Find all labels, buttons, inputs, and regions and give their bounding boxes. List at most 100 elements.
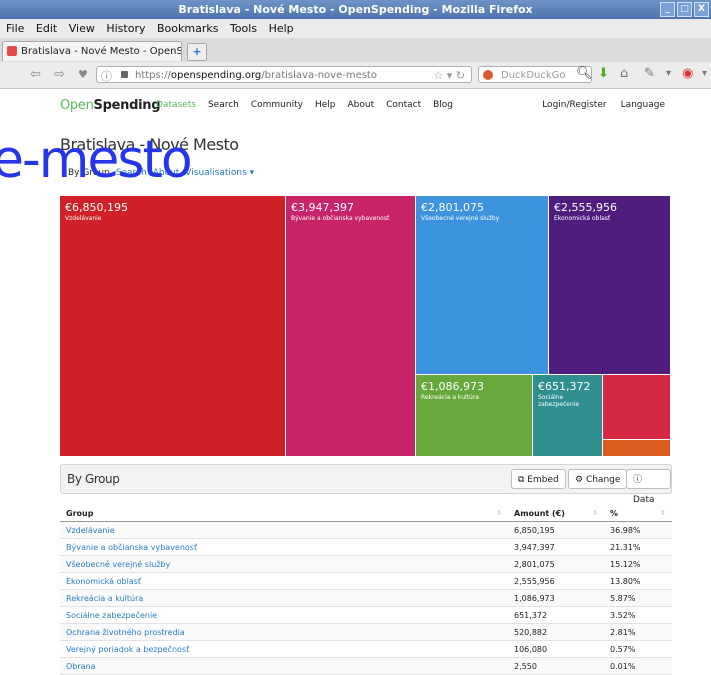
amount-cell: 2,555,956: [508, 572, 604, 590]
login-register-link[interactable]: Login/Register: [542, 100, 606, 110]
tab-title: Bratislava - Nové Mesto - OpenSp...: [21, 46, 182, 57]
nav-about[interactable]: About: [347, 100, 374, 110]
language-link[interactable]: Language: [621, 100, 665, 110]
overflow-chevron-icon[interactable]: ▾: [702, 68, 707, 79]
maximize-button[interactable]: □: [677, 2, 692, 17]
search-placeholder: DuckDuckGo: [501, 70, 566, 81]
back-arrow-icon[interactable]: ⇦: [30, 67, 41, 82]
download-icon[interactable]: ⬇: [598, 66, 609, 81]
percent-cell: 21.31%: [604, 538, 672, 556]
treemap-cell-ekonomicka-oblast[interactable]: €2,555,956 Ekonomická oblasť: [549, 196, 670, 374]
amount-cell: 6,850,195: [508, 521, 604, 539]
new-tab-button[interactable]: +: [187, 43, 207, 61]
treemap-cell-ochrana[interactable]: [603, 375, 670, 439]
menu-edit[interactable]: Edit: [36, 22, 57, 35]
url-bar[interactable]: ⓘ https://openspending.org/bratislava-no…: [96, 66, 472, 83]
treemap-cell-byvanie[interactable]: €3,947,397 Bývanie a občianska vybavenos…: [286, 196, 415, 456]
bookmark-star-icon[interactable]: ☆ ▾ ↻: [433, 67, 465, 84]
percent-cell: 13.80%: [604, 572, 672, 590]
table-header-row: Group ⇕ Amount (€) ⇕ % ⇕: [60, 505, 672, 522]
toolbar-extension-icon[interactable]: ✎: [644, 66, 655, 81]
menu-file[interactable]: File: [6, 22, 24, 35]
window-controls: _ □ X: [660, 2, 709, 17]
menu-tools[interactable]: Tools: [230, 22, 257, 35]
browser-tab[interactable]: Bratislava - Nové Mesto - OpenSp...: [2, 41, 182, 61]
treemap-cell-socialne[interactable]: €651,372 Sociálne zabezpečenie: [533, 375, 602, 456]
info-icon[interactable]: ⓘ: [101, 68, 112, 85]
search-icon[interactable]: 🔍︎: [576, 66, 593, 81]
sort-icon: ⇕: [660, 508, 666, 517]
data-button[interactable]: ⓘ Data: [626, 469, 671, 505]
percent-cell: 36.98%: [604, 521, 672, 539]
site-nav-links: Datasets Search Community Help About Con…: [156, 100, 453, 110]
treemap-cell-vseobecne-sluzby[interactable]: €2,801,075 Všeobecné verejné služby: [416, 196, 548, 374]
embed-button[interactable]: ⧉ Embed: [511, 469, 566, 489]
close-button[interactable]: X: [694, 2, 709, 17]
table-row: Všeobecné verejné služby 2,801,075 15.12…: [60, 555, 672, 573]
menu-help[interactable]: Help: [269, 22, 294, 35]
menu-bookmarks[interactable]: Bookmarks: [157, 22, 218, 35]
percent-cell: 0.57%: [604, 640, 672, 658]
nav-help[interactable]: Help: [315, 100, 336, 110]
window-title: Bratislava - Nové Mesto - OpenSpending -…: [178, 3, 533, 16]
url-host: openspending.org: [170, 70, 262, 81]
table-row: Sociálne zabezpečenie 651,372 3.52%: [60, 606, 672, 624]
table-row: Verejný poriadok a bezpečnosť 106,080 0.…: [60, 640, 672, 658]
pocket-icon[interactable]: ♥: [78, 68, 88, 81]
nav-community[interactable]: Community: [251, 100, 303, 110]
treemap-cell-verejny-poriadok[interactable]: [603, 440, 670, 456]
tab-search[interactable]: Search: [116, 168, 147, 178]
tab-visualisations[interactable]: Visualisations ▾: [185, 168, 254, 178]
menu-view[interactable]: View: [69, 22, 95, 35]
tab-about[interactable]: About: [153, 168, 180, 178]
amount-cell: 1,086,973: [508, 589, 604, 607]
group-link[interactable]: Vzdelávanie: [60, 521, 508, 539]
dataset-subnav: By Group Search About Visualisations ▾: [68, 168, 254, 178]
group-link[interactable]: Sociálne zabezpečenie: [60, 606, 508, 624]
addon-icon[interactable]: ◉: [682, 66, 693, 81]
treemap-cell-rekreacia[interactable]: €1,086,973 Rekreácia a kultúra: [416, 375, 532, 456]
group-link[interactable]: Všeobecné verejné služby: [60, 555, 508, 573]
table-row: Vzdelávanie 6,850,195 36.98%: [60, 521, 672, 539]
group-link[interactable]: Ochrana životného prostredia: [60, 623, 508, 641]
change-button[interactable]: ⚙ Change: [568, 469, 628, 489]
openspending-logo[interactable]: OpenSpending: [60, 98, 161, 113]
percent-cell: 3.52%: [604, 606, 672, 624]
home-icon[interactable]: ⌂: [620, 66, 628, 81]
amount-cell: 106,080: [508, 640, 604, 658]
nav-toolbar: ⇦ ⇨ ♥ ⓘ https://openspending.org/bratisl…: [0, 62, 711, 89]
column-header-amount[interactable]: Amount (€) ⇕: [508, 505, 604, 522]
menu-history[interactable]: History: [106, 22, 145, 35]
treemap: €6,850,195 Vzdelávanie €3,947,397 Bývani…: [60, 196, 670, 456]
lock-icon: [121, 71, 128, 78]
favicon-icon: [7, 46, 17, 56]
group-link[interactable]: Bývanie a občianska vybavenosť: [60, 538, 508, 556]
forward-arrow-icon[interactable]: ⇨: [54, 67, 65, 82]
tab-by-group[interactable]: By Group: [68, 168, 110, 178]
group-link[interactable]: Rekreácia a kultúra: [60, 589, 508, 607]
amount-cell: 651,372: [508, 606, 604, 624]
nav-contact[interactable]: Contact: [386, 100, 421, 110]
treemap-cell-vzdelavanie[interactable]: €6,850,195 Vzdelávanie: [60, 196, 285, 456]
tab-bar: Bratislava - Nové Mesto - OpenSp... +: [0, 38, 711, 63]
sort-icon: ⇕: [496, 508, 502, 517]
group-link[interactable]: Verejný poriadok a bezpečnosť: [60, 640, 508, 658]
table-row: Rekreácia a kultúra 1,086,973 5.87%: [60, 589, 672, 607]
nav-datasets[interactable]: Datasets: [156, 100, 196, 110]
chevron-down-icon[interactable]: ▾: [666, 68, 671, 79]
nav-blog[interactable]: Blog: [433, 100, 453, 110]
nav-search[interactable]: Search: [208, 100, 239, 110]
group-link[interactable]: Ekonomická oblasť: [60, 572, 508, 590]
site-header: OpenSpending Datasets Search Community H…: [0, 88, 711, 124]
column-header-group[interactable]: Group ⇕: [60, 505, 508, 522]
sort-icon: ⇕: [592, 508, 598, 517]
column-header-percent[interactable]: % ⇕: [604, 505, 672, 522]
group-link[interactable]: Obrana: [60, 657, 508, 675]
window-titlebar: Bratislava - Nové Mesto - OpenSpending -…: [0, 0, 711, 19]
amount-cell: 2,801,075: [508, 555, 604, 573]
search-input[interactable]: DuckDuckGo: [478, 66, 592, 83]
by-group-panel: By Group ⧉ Embed ⚙ Change ⓘ Data: [60, 464, 672, 505]
minimize-button[interactable]: _: [660, 2, 675, 17]
percent-cell: 5.87%: [604, 589, 672, 607]
percent-cell: 15.12%: [604, 555, 672, 573]
